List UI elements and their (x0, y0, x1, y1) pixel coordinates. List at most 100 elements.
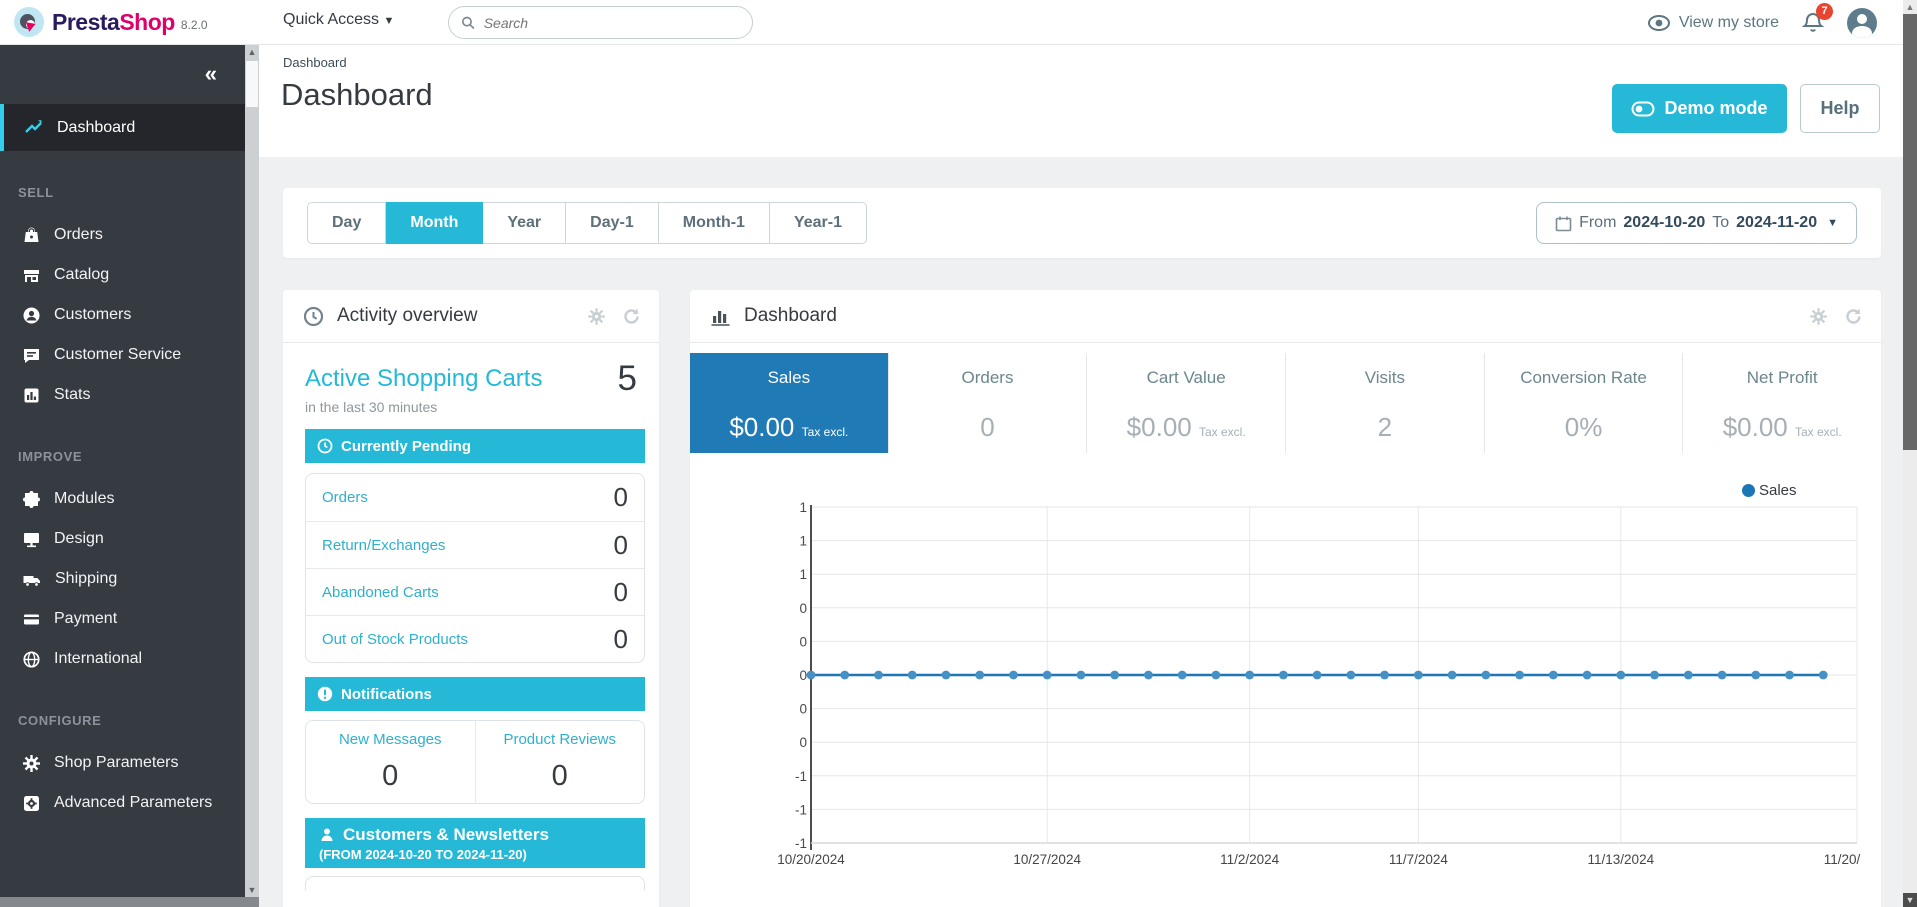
customers-newsletters-box (305, 876, 645, 890)
demo-mode-label: Demo mode (1664, 98, 1767, 119)
filter-month-1-button[interactable]: Month-1 (659, 202, 770, 244)
settings-gear-icon[interactable] (587, 307, 606, 326)
truck-icon (22, 570, 42, 589)
filter-month-button[interactable]: Month (386, 202, 483, 244)
pending-row-out-of-stock[interactable]: Out of Stock Products 0 (306, 615, 644, 662)
pending-row-returns[interactable]: Return/Exchanges 0 (306, 521, 644, 568)
kpi-tab-orders[interactable]: Orders 0 (889, 353, 1088, 453)
sidebar-item-payment[interactable]: Payment (0, 599, 245, 639)
pending-rows: Orders 0 Return/Exchanges 0 Abandoned Ca… (305, 473, 645, 663)
sidebar-item-international[interactable]: International (0, 639, 245, 679)
sidebar-item-customers[interactable]: Customers (0, 295, 245, 335)
pending-row-orders[interactable]: Orders 0 (306, 474, 644, 521)
kpi-tab-sales[interactable]: Sales $0.00 Tax excl. (690, 353, 889, 453)
sidebar-collapse-button[interactable]: « (205, 63, 217, 85)
help-button[interactable]: Help (1800, 84, 1880, 133)
filter-year-1-button[interactable]: Year-1 (770, 202, 867, 244)
sidebar-scrollbar-thumb[interactable] (246, 61, 258, 107)
quick-access-label: Quick Access (283, 11, 379, 28)
filter-year-button[interactable]: Year (483, 202, 566, 244)
svg-text:11/13/2024: 11/13/2024 (1588, 852, 1655, 867)
brand-presta: Presta (52, 9, 119, 35)
column-chart-icon (710, 306, 731, 327)
store-icon (22, 266, 41, 285)
sidebar-item-customer-service[interactable]: Customer Service (0, 335, 245, 375)
search-input[interactable] (484, 15, 740, 31)
sidebar-item-stats[interactable]: Stats (0, 375, 245, 415)
sidebar-item-catalog-label: Catalog (54, 266, 109, 284)
user-avatar[interactable] (1847, 8, 1877, 38)
new-messages-value: 0 (306, 760, 475, 793)
kpi-tab-visits[interactable]: Visits 2 (1286, 353, 1485, 453)
kpi-conversion-label: Conversion Rate (1485, 368, 1683, 388)
refresh-icon[interactable] (622, 307, 641, 326)
chat-icon (22, 346, 41, 365)
sidebar-horizontal-scrollbar[interactable] (0, 897, 259, 907)
sidebar-item-orders[interactable]: Orders (0, 215, 245, 255)
svg-text:0: 0 (799, 634, 807, 649)
brand-wordmark: PrestaShop (52, 9, 175, 36)
active-shopping-carts-subtitle: in the last 30 minutes (305, 399, 645, 415)
exclamation-circle-icon (317, 686, 333, 702)
bar-chart-icon (22, 386, 41, 405)
search-bar[interactable] (448, 6, 753, 39)
prestashop-logo[interactable]: PrestaShop 8.2.0 (14, 7, 208, 37)
svg-text:1: 1 (799, 567, 807, 582)
pending-returns-link[interactable]: Return/Exchanges (322, 537, 445, 554)
notifications-button[interactable]: 7 (1801, 10, 1825, 36)
svg-text:0: 0 (799, 601, 807, 616)
date-from-value: 2024-10-20 (1623, 214, 1705, 232)
sidebar-item-shop-parameters[interactable]: Shop Parameters (0, 743, 245, 783)
scroll-down-arrow[interactable]: ▼ (1903, 893, 1917, 907)
scroll-down-arrow[interactable]: ▼ (245, 883, 259, 897)
abandoned-carts-value: 0 (614, 577, 628, 608)
abandoned-carts-link[interactable]: Abandoned Carts (322, 584, 439, 601)
page-scrollbar[interactable]: ▲ ▼ (1903, 0, 1917, 907)
toggle-icon (1631, 101, 1655, 117)
active-shopping-carts-link[interactable]: Active Shopping Carts (305, 365, 645, 393)
legend-sales-label: Sales (1759, 482, 1797, 499)
out-of-stock-link[interactable]: Out of Stock Products (322, 631, 468, 648)
filter-day-1-button[interactable]: Day-1 (566, 202, 659, 244)
sidebar: « Dashboard SELL Orders Catalog C (0, 45, 245, 897)
date-range-picker[interactable]: From 2024-10-20 To 2024-11-20 ▼ (1536, 202, 1857, 244)
kpi-tabs: Sales $0.00 Tax excl. Orders 0 Cart Valu… (690, 353, 1881, 453)
page-scrollbar-thumb[interactable] (1903, 14, 1917, 450)
kpi-tab-net-profit[interactable]: Net Profit $0.00 Tax excl. (1683, 353, 1881, 453)
view-my-store-link[interactable]: View my store (1647, 14, 1779, 32)
calendar-icon (1555, 215, 1572, 232)
sidebar-item-modules-label: Modules (54, 490, 114, 508)
sidebar-item-catalog[interactable]: Catalog (0, 255, 245, 295)
filter-day-button[interactable]: Day (307, 202, 386, 244)
notifications-title: Notifications (341, 686, 432, 703)
kpi-net-profit-suffix: Tax excl. (1795, 425, 1842, 439)
sidebar-item-dashboard[interactable]: Dashboard (0, 104, 245, 151)
scroll-up-arrow[interactable]: ▲ (245, 45, 259, 59)
demo-mode-button[interactable]: Demo mode (1612, 84, 1787, 133)
legend-sales-dot (1742, 484, 1755, 497)
refresh-icon[interactable] (1844, 307, 1863, 326)
sidebar-item-modules[interactable]: Modules (0, 479, 245, 519)
product-reviews-link[interactable]: Product Reviews (476, 731, 645, 748)
settings-gear-icon[interactable] (1809, 307, 1828, 326)
svg-text:11/20/2024: 11/20/2024 (1824, 852, 1860, 867)
sidebar-item-international-label: International (54, 650, 142, 668)
chevron-down-icon: ▼ (383, 15, 394, 27)
pending-returns-value: 0 (614, 530, 628, 561)
sidebar-item-advanced-parameters[interactable]: Advanced Parameters (0, 783, 245, 823)
sidebar-scrollbar[interactable]: ▲ ▼ (245, 45, 259, 897)
quick-access-menu[interactable]: Quick Access ▼ (283, 11, 394, 29)
pending-orders-link[interactable]: Orders (322, 489, 368, 506)
kpi-tab-conversion-rate[interactable]: Conversion Rate 0% (1485, 353, 1684, 453)
scroll-up-arrow[interactable]: ▲ (1903, 0, 1917, 14)
sidebar-section-improve: IMPROVE (0, 449, 245, 479)
sidebar-item-shipping[interactable]: Shipping (0, 559, 245, 599)
svg-text:11/2/2024: 11/2/2024 (1220, 852, 1280, 867)
trending-up-icon (24, 118, 44, 138)
clock-icon (303, 306, 324, 327)
new-messages-link[interactable]: New Messages (306, 731, 475, 748)
sidebar-section-configure: CONFIGURE (0, 713, 245, 743)
kpi-tab-cart-value[interactable]: Cart Value $0.00 Tax excl. (1087, 353, 1286, 453)
sidebar-item-design[interactable]: Design (0, 519, 245, 559)
pending-row-abandoned-carts[interactable]: Abandoned Carts 0 (306, 568, 644, 615)
